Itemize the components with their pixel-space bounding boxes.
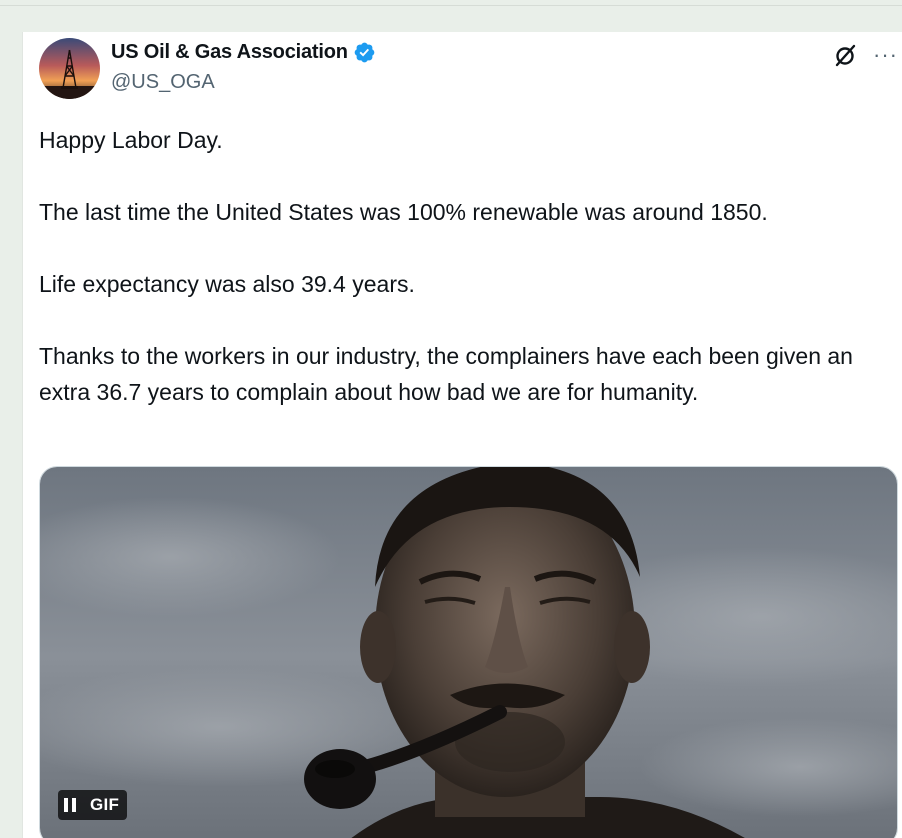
more-options-icon[interactable]: ···: [873, 44, 898, 66]
display-name[interactable]: US Oil & Gas Association: [111, 41, 348, 64]
avatar[interactable]: [39, 38, 100, 99]
gif-badge: GIF: [90, 795, 120, 814]
oil-derrick-sunset-avatar: [39, 38, 100, 99]
tweet-paragraph: Life expectancy was also 39.4 years.: [39, 271, 415, 297]
pause-bar-right: [72, 798, 76, 812]
grok-icon[interactable]: [833, 42, 859, 68]
tweet-text: Happy Labor Day. The last time the Unite…: [39, 122, 889, 410]
pause-bar-left: [64, 798, 68, 812]
tweet-media-gif[interactable]: GIF: [39, 466, 898, 838]
gif-controls[interactable]: GIF: [58, 790, 128, 820]
tweet-card[interactable]: US Oil & Gas Association @US_OGA ··· Hap…: [22, 32, 902, 838]
tweet-paragraph: Thanks to the workers in our industry, t…: [39, 343, 853, 405]
top-strip: [0, 0, 902, 6]
name-row: US Oil & Gas Association: [111, 39, 376, 65]
gif-frame-image: [40, 467, 897, 838]
verified-badge-icon[interactable]: [353, 41, 376, 64]
handle[interactable]: @US_OGA: [111, 71, 376, 94]
tweet-paragraph: Happy Labor Day.: [39, 127, 223, 153]
tweet-header: US Oil & Gas Association @US_OGA: [111, 39, 376, 94]
pause-icon[interactable]: [64, 798, 76, 812]
tweet-paragraph: The last time the United States was 100%…: [39, 199, 768, 225]
tweet-top-actions: ···: [833, 42, 898, 68]
